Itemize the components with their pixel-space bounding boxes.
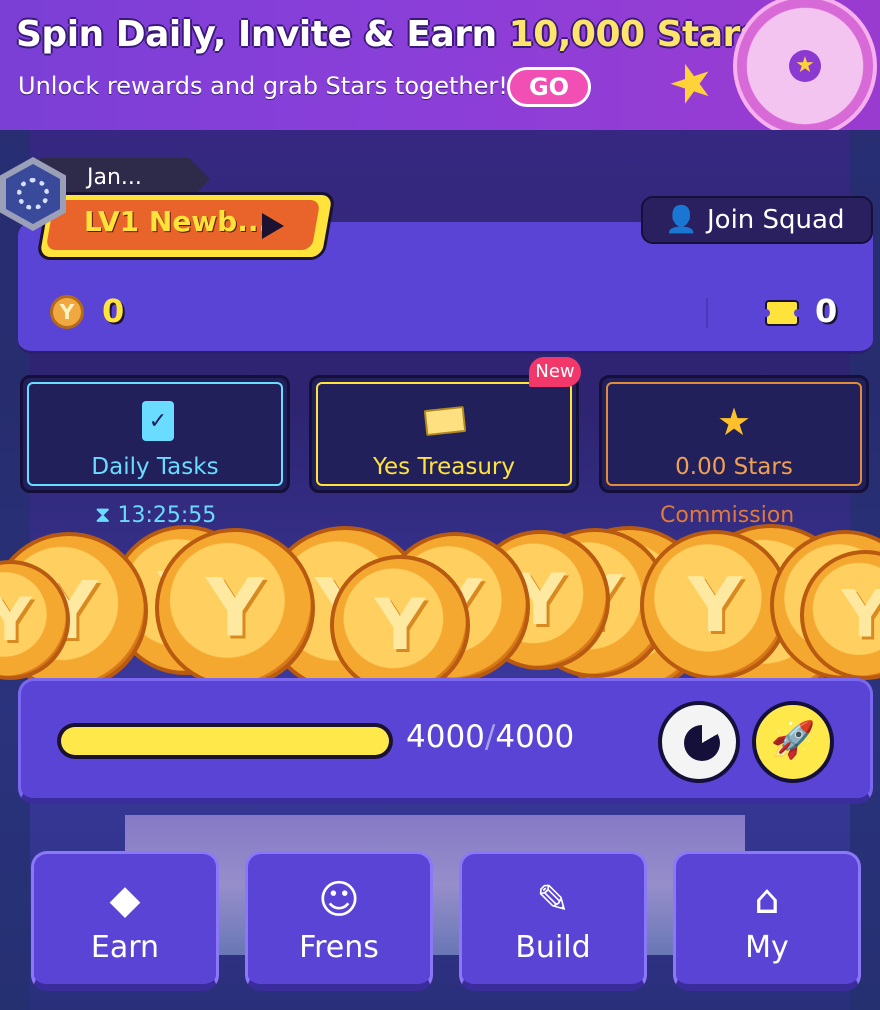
coin-pile[interactable]: YYYYYYYYYYYYYY bbox=[0, 520, 880, 680]
coin-letter: Y bbox=[841, 577, 880, 653]
promo-banner[interactable]: Spin Daily, Invite & Earn 10,000 Stars U… bbox=[0, 0, 880, 130]
user-name[interactable]: Jan... bbox=[87, 165, 142, 190]
nav-build-label: Build bbox=[515, 930, 591, 965]
ticket-icon bbox=[762, 300, 802, 326]
coin-icon: Y bbox=[50, 295, 84, 329]
nav-frens[interactable]: ☺ Frens bbox=[245, 851, 433, 991]
play-arrow-icon bbox=[262, 213, 284, 239]
wheel-center-star-icon: ★ bbox=[789, 50, 821, 82]
star-icon: ★ bbox=[716, 400, 752, 444]
join-squad-label: Join Squad bbox=[707, 205, 845, 235]
nav-build[interactable]: ✎ Build bbox=[459, 851, 647, 991]
coin-graphic: Y bbox=[640, 530, 790, 680]
coin-letter: Y bbox=[206, 561, 264, 655]
build-tools-icon: ✎ bbox=[536, 877, 570, 923]
nav-my-label: My bbox=[745, 930, 789, 965]
pacman-icon bbox=[684, 725, 720, 761]
level-label[interactable]: LV1 Newb... bbox=[84, 205, 269, 238]
energy-readout: 4000/4000 bbox=[406, 719, 574, 755]
friends-icon: ☺ bbox=[318, 877, 360, 923]
rocket-icon: 🚀 bbox=[770, 720, 816, 761]
banner-title: Spin Daily, Invite & Earn 10,000 Stars bbox=[16, 14, 761, 55]
ticket-balance: 0 bbox=[815, 292, 838, 330]
yes-treasury-label: Yes Treasury bbox=[373, 454, 515, 480]
join-squad-button[interactable]: 👤 Join Squad bbox=[641, 196, 873, 244]
energy-max: 4000 bbox=[495, 719, 575, 755]
daily-tasks-tile[interactable]: Daily Tasks bbox=[20, 375, 290, 493]
golden-ticket-icon bbox=[423, 405, 467, 437]
loading-spinner-icon bbox=[17, 178, 49, 210]
coin-letter: Y bbox=[374, 584, 426, 666]
coin-graphic: Y bbox=[155, 528, 315, 680]
banner-subtitle: Unlock rewards and grab Stars together! bbox=[18, 72, 508, 100]
coin-letter: Y bbox=[0, 585, 32, 655]
daily-tasks-label: Daily Tasks bbox=[91, 454, 219, 480]
go-button[interactable]: GO bbox=[507, 67, 591, 107]
energy-separator: / bbox=[484, 719, 496, 755]
diamond-sparkle-icon: ◆ bbox=[109, 877, 141, 923]
nav-frens-label: Frens bbox=[299, 930, 379, 965]
spin-wheel-icon[interactable]: ★ bbox=[733, 0, 877, 130]
nav-earn-label: Earn bbox=[90, 930, 160, 965]
energy-bar bbox=[57, 723, 393, 759]
home-heart-icon: ⌂ bbox=[754, 877, 780, 923]
coin-balance: 0 bbox=[102, 292, 125, 330]
divider bbox=[706, 298, 708, 328]
boost-rocket-button[interactable]: 🚀 bbox=[752, 701, 834, 783]
energy-bar-fill bbox=[61, 727, 389, 755]
nav-my[interactable]: ⌂ My bbox=[673, 851, 861, 991]
new-badge: New bbox=[529, 357, 581, 387]
energy-current: 4000 bbox=[406, 719, 485, 755]
pacman-game-button[interactable] bbox=[658, 701, 740, 783]
stars-tile[interactable]: ★ 0.00 Stars bbox=[599, 375, 869, 493]
nav-earn[interactable]: ◆ Earn bbox=[31, 851, 219, 991]
coin-letter: Y bbox=[687, 561, 743, 649]
stars-balance-label: 0.00 Stars bbox=[675, 454, 793, 480]
add-user-icon: 👤 bbox=[665, 205, 698, 235]
yes-treasury-tile[interactable]: Yes Treasury bbox=[309, 375, 579, 493]
clipboard-check-icon bbox=[142, 401, 174, 441]
star-icon: ★ bbox=[659, 47, 723, 120]
